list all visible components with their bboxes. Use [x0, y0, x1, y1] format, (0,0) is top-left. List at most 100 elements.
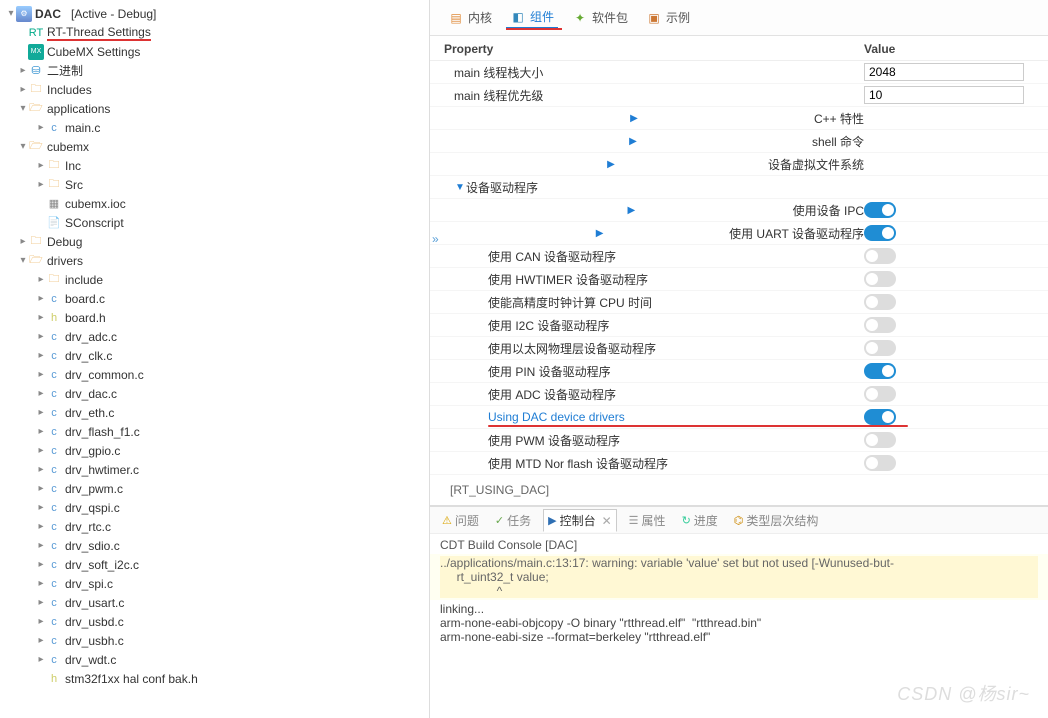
- expand-toggle[interactable]: [6, 8, 16, 19]
- folder-inc[interactable]: 🗀Inc: [0, 156, 429, 175]
- file-stm32-bak[interactable]: hstm32f1xx hal conf bak.h: [0, 669, 429, 688]
- chevron-right-icon[interactable]: [470, 228, 729, 239]
- label: cubemx: [47, 140, 89, 154]
- label: drv_usbh.c: [65, 634, 124, 648]
- cubemx-group[interactable]: 🗁 cubemx: [0, 137, 429, 156]
- toggle-adc[interactable]: [864, 386, 896, 402]
- row-cputime[interactable]: 使能高精度时钟计算 CPU 时间: [430, 291, 1048, 314]
- row-pin[interactable]: 使用 PIN 设备驱动程序: [430, 360, 1048, 383]
- row-uart[interactable]: 使用 UART 设备驱动程序: [430, 222, 1048, 245]
- row-eth[interactable]: 使用以太网物理层设备驱动程序: [430, 337, 1048, 360]
- row-mtd[interactable]: 使用 MTD Nor flash 设备驱动程序: [430, 452, 1048, 475]
- toggle-pwm[interactable]: [864, 432, 896, 448]
- row-cpp[interactable]: C++ 特性: [430, 107, 1048, 130]
- folder-open-icon: 🗁: [28, 139, 44, 155]
- tab-tasks[interactable]: ✓任务: [491, 510, 535, 531]
- file-cubemx-ioc[interactable]: ▦cubemx.ioc: [0, 194, 429, 213]
- console-icon: ▶: [548, 514, 556, 527]
- toggle-eth[interactable]: [864, 340, 896, 356]
- col-value: Value: [864, 42, 1034, 56]
- chevron-right-icon[interactable]: [454, 159, 768, 170]
- file-drv-clk[interactable]: cdrv_clk.c: [0, 346, 429, 365]
- main-stack-input[interactable]: [864, 63, 1024, 81]
- file-drv-sdio[interactable]: cdrv_sdio.c: [0, 536, 429, 555]
- c-file-icon: c: [46, 633, 62, 649]
- folder-include[interactable]: 🗀include: [0, 270, 429, 289]
- file-drv-eth[interactable]: cdrv_eth.c: [0, 403, 429, 422]
- toggle-dac[interactable]: [864, 409, 896, 425]
- row-vfs[interactable]: 设备虚拟文件系统: [430, 153, 1048, 176]
- tab-packages[interactable]: ✦软件包: [568, 7, 632, 28]
- cubemx-settings[interactable]: MX CubeMX Settings: [0, 42, 429, 61]
- debug-group[interactable]: 🗀Debug: [0, 232, 429, 251]
- file-drv-common[interactable]: cdrv_common.c: [0, 365, 429, 384]
- file-drv-hwtimer[interactable]: cdrv_hwtimer.c: [0, 460, 429, 479]
- row-pwm[interactable]: 使用 PWM 设备驱动程序: [430, 429, 1048, 452]
- chevron-right-icon[interactable]: [454, 113, 814, 124]
- file-board-c[interactable]: cboard.c: [0, 289, 429, 308]
- expand-toggle[interactable]: [18, 141, 28, 152]
- component-icon: ◧: [510, 9, 526, 25]
- file-drv-pwm[interactable]: cdrv_pwm.c: [0, 479, 429, 498]
- chevron-down-icon[interactable]: [454, 182, 466, 193]
- file-drv-usbh[interactable]: cdrv_usbh.c: [0, 631, 429, 650]
- expand-toggle[interactable]: [18, 84, 28, 95]
- close-icon[interactable]: ✕: [602, 514, 612, 528]
- chevron-right-icon[interactable]: [454, 136, 812, 147]
- row-dac[interactable]: Using DAC device drivers: [430, 406, 1048, 429]
- tab-progress[interactable]: ↻进度: [678, 510, 722, 531]
- file-drv-dac[interactable]: cdrv_dac.c: [0, 384, 429, 403]
- file-drv-soft-i2c[interactable]: cdrv_soft_i2c.c: [0, 555, 429, 574]
- binary-group[interactable]: ⛁ 二进制: [0, 61, 429, 80]
- tab-console[interactable]: ▶控制台✕: [543, 509, 617, 532]
- file-drv-spi[interactable]: cdrv_spi.c: [0, 574, 429, 593]
- applications-group[interactable]: 🗁 applications: [0, 99, 429, 118]
- file-drv-gpio[interactable]: cdrv_gpio.c: [0, 441, 429, 460]
- file-drv-usart[interactable]: cdrv_usart.c: [0, 593, 429, 612]
- file-drv-adc[interactable]: cdrv_adc.c: [0, 327, 429, 346]
- toggle-cputime[interactable]: [864, 294, 896, 310]
- chevron-right-icon[interactable]: [470, 205, 793, 216]
- includes-group[interactable]: 🗀 Includes: [0, 80, 429, 99]
- row-main-priority[interactable]: main 线程优先级: [430, 84, 1048, 107]
- row-can[interactable]: 使用 CAN 设备驱动程序: [430, 245, 1048, 268]
- toggle-ipc[interactable]: [864, 202, 896, 218]
- row-hwtimer[interactable]: 使用 HWTIMER 设备驱动程序: [430, 268, 1048, 291]
- toggle-mtd[interactable]: [864, 455, 896, 471]
- tab-type-hierarchy[interactable]: ⌬类型层次结构: [730, 510, 823, 531]
- label: 设备驱动程序: [466, 179, 538, 196]
- toggle-can[interactable]: [864, 248, 896, 264]
- expand-toggle[interactable]: [18, 103, 28, 114]
- file-drv-wdt[interactable]: cdrv_wdt.c: [0, 650, 429, 669]
- rt-thread-settings[interactable]: RT RT-Thread Settings: [0, 23, 429, 42]
- row-main-stack[interactable]: main 线程栈大小: [430, 61, 1048, 84]
- tab-example[interactable]: ▣示例: [642, 7, 694, 28]
- row-ipc[interactable]: 使用设备 IPC: [430, 199, 1048, 222]
- file-board-h[interactable]: hboard.h: [0, 308, 429, 327]
- row-shell[interactable]: shell 命令: [430, 130, 1048, 153]
- project-root[interactable]: ⚙ DAC [Active - Debug]: [0, 4, 429, 23]
- toggle-hwtimer[interactable]: [864, 271, 896, 287]
- folder-src[interactable]: 🗀Src: [0, 175, 429, 194]
- folder-open-icon: 🗁: [28, 101, 44, 117]
- label: drv_hwtimer.c: [65, 463, 139, 477]
- toggle-i2c[interactable]: [864, 317, 896, 333]
- expand-toggle[interactable]: [18, 65, 28, 76]
- main-priority-input[interactable]: [864, 86, 1024, 104]
- tab-properties[interactable]: ☰属性: [625, 510, 670, 531]
- row-adc[interactable]: 使用 ADC 设备驱动程序: [430, 383, 1048, 406]
- file-drv-rtc[interactable]: cdrv_rtc.c: [0, 517, 429, 536]
- tab-problems[interactable]: ⚠问题: [438, 510, 483, 531]
- file-drv-usbd[interactable]: cdrv_usbd.c: [0, 612, 429, 631]
- row-device-drivers[interactable]: 设备驱动程序: [430, 176, 1048, 199]
- drivers-group[interactable]: 🗁drivers: [0, 251, 429, 270]
- tab-component[interactable]: ◧组件: [506, 6, 558, 29]
- row-i2c[interactable]: 使用 I2C 设备驱动程序: [430, 314, 1048, 337]
- file-sconscript[interactable]: 📄SConscript: [0, 213, 429, 232]
- file-drv-qspi[interactable]: cdrv_qspi.c: [0, 498, 429, 517]
- toggle-pin[interactable]: [864, 363, 896, 379]
- file-drv-flash-f1[interactable]: cdrv_flash_f1.c: [0, 422, 429, 441]
- file-main-c[interactable]: c main.c: [0, 118, 429, 137]
- tab-kernel[interactable]: ▤内核: [444, 7, 496, 28]
- toggle-uart[interactable]: [864, 225, 896, 241]
